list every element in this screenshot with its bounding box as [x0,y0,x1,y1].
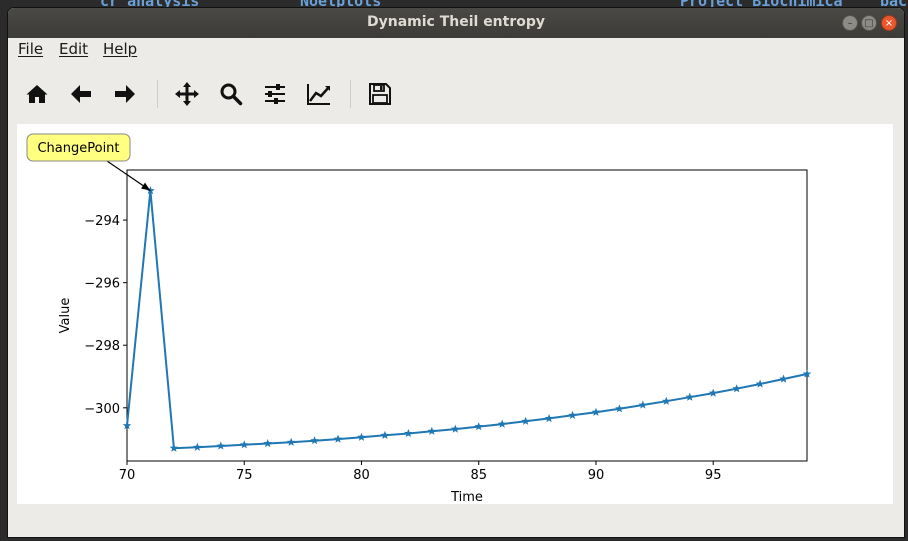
home-icon [26,85,48,103]
data-point-marker [263,438,272,448]
menu-bar: File Edit Help [8,38,904,60]
forward-arrow-icon [115,85,135,103]
x-tick-label: 80 [353,468,370,483]
window-title: Dynamic Theil entropy [366,14,546,30]
title-bar[interactable]: Dynamic Theil entropy – □ × [8,8,904,38]
axes-frame [126,169,808,462]
zoom-magnifier-icon [220,83,243,106]
forward-button[interactable] [111,80,139,108]
figure-canvas[interactable]: 70 75 80 85 90 95 −300 −298 −296 −294 ChangePoint… [17,124,893,505]
data-point-marker [310,436,319,445]
toolbar-separator [350,80,351,108]
data-point-marker [451,424,460,433]
y-axis-label: Value [58,298,73,334]
data-point-marker [662,396,671,405]
data-point-marker [779,374,788,383]
menu-edit[interactable]: Edit [59,40,88,58]
data-point-marker [568,410,577,419]
close-button[interactable]: × [881,15,897,31]
data-point-marker [708,388,718,397]
minimize-icon: – [847,18,853,29]
pan-button[interactable] [173,80,201,108]
data-point-marker [333,434,343,443]
zoom-button[interactable] [217,80,245,108]
x-tick-label: 70 [119,468,136,483]
menu-file[interactable]: File [18,40,43,58]
data-point-marker [404,428,413,438]
save-floppy-icon [369,83,391,105]
annotation-label: ChangePoint [37,141,119,156]
x-tick-label: 90 [588,468,605,483]
data-point-marker [474,422,483,431]
data-point-marker [380,430,390,439]
edit-axis-line-icon [307,84,330,105]
line-chart: 70 75 80 85 90 95 −300 −298 −296 −294 ChangePoint… [26,133,812,505]
configure-subplots-icon [265,84,285,104]
toolbar-separator [157,80,158,108]
data-point-marker [357,432,366,441]
data-point-marker [591,407,601,416]
x-tick-label: 85 [470,468,487,483]
data-point-marker [427,426,437,435]
close-icon: × [884,18,894,29]
data-point-marker [685,392,695,401]
edit-axis-button[interactable] [305,80,333,108]
plot-window: Dynamic Theil entropy – □ × File Edit He… [8,8,904,537]
back-arrow-icon [71,85,91,103]
configure-subplots-button[interactable] [261,80,289,108]
data-point-marker [216,441,226,450]
maximize-icon: □ [864,18,874,29]
data-point-marker [544,413,554,423]
data-point-marker [497,419,507,428]
data-point-marker [615,404,624,413]
menu-help[interactable]: Help [103,40,137,58]
data-point-marker [521,416,530,425]
data-point-marker [239,440,249,449]
data-point-marker [732,384,741,393]
y-tick-label: −298 [84,339,120,354]
x-tick-label: 75 [236,468,253,483]
y-tick-label: −300 [84,402,120,417]
toolbar [8,60,904,124]
y-tick-label: −294 [84,214,120,229]
data-point-marker [286,437,296,446]
series-line [126,190,808,450]
back-button[interactable] [67,80,95,108]
data-point-marker [169,443,179,452]
minimize-button[interactable]: – [842,15,858,31]
data-point-marker [755,379,765,388]
data-point-marker [638,400,648,409]
x-axis-label: Time [450,490,483,504]
x-tick-label: 95 [705,468,722,483]
save-button[interactable] [366,80,394,108]
annotation-arrowhead [141,182,151,191]
data-point-marker [193,442,202,451]
y-tick-label: −296 [84,277,120,292]
maximize-button[interactable]: □ [861,15,877,31]
home-button[interactable] [23,80,51,108]
pan-move-icon [175,82,199,106]
